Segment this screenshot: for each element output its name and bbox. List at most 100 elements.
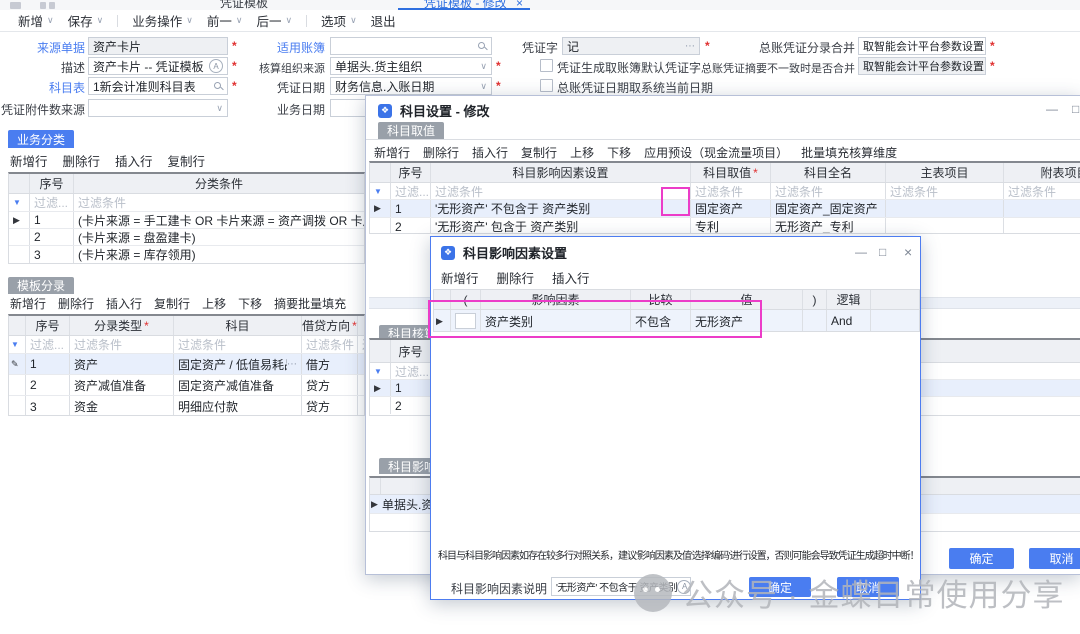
table-row[interactable]: ▶ 资产类别 不包含 无形资产 And (434, 310, 919, 332)
filter-icon[interactable]: ▼ (374, 187, 382, 196)
cancel-button[interactable]: 取消 (1029, 548, 1080, 569)
move-down-button[interactable]: 下移 (238, 295, 262, 312)
filter-icon[interactable]: ▼ (11, 340, 19, 349)
batch-fill-dimension-button[interactable]: 批量填充核算维度 (801, 144, 897, 161)
ok-button[interactable]: 确定 (949, 548, 1014, 569)
column-header[interactable]: 比较 (630, 290, 690, 309)
filter-input[interactable]: 过滤条件 (69, 336, 173, 353)
ellipsis-icon[interactable]: ⋯ (287, 359, 297, 370)
menu-previous[interactable]: 前一∨ (207, 11, 243, 30)
menu-new[interactable]: 新增∨ (18, 11, 54, 30)
default-word-checkbox[interactable] (540, 59, 553, 72)
column-header[interactable]: 分类条件 (73, 174, 364, 193)
voucher-word-field[interactable]: 记⋯ (562, 37, 700, 55)
minimize-icon[interactable]: — (855, 246, 867, 258)
delete-row-button[interactable]: 删除行 (63, 151, 101, 170)
account-table-label[interactable]: 科目表 (10, 79, 85, 96)
column-header[interactable]: 序号 (390, 340, 430, 362)
delete-row-button[interactable]: 删除行 (423, 144, 459, 161)
move-up-button[interactable]: 上移 (202, 295, 226, 312)
column-header[interactable]: 主表项目 (885, 163, 1003, 182)
delete-row-button[interactable]: 删除行 (58, 295, 94, 312)
filter-input[interactable]: 过滤条件 (690, 183, 770, 199)
table-row[interactable]: 2 资产减值准备 固定资产减值准备 贷方 (9, 375, 364, 396)
menu-options[interactable]: 选项∨ (321, 11, 357, 30)
column-header[interactable]: 科目影响因素设置 (430, 163, 690, 182)
home-icon[interactable] (10, 2, 21, 9)
table-row[interactable]: ▶ 1 '无形资产' 不包含于 资产类别 固定资产 固定资产_固定资产 (370, 200, 1080, 218)
apps-icon[interactable] (40, 2, 46, 9)
formula-icon[interactable]: A (209, 59, 223, 73)
minimize-icon[interactable]: — (1046, 103, 1058, 115)
column-header[interactable]: 分录类型* (69, 316, 173, 335)
add-row-button[interactable]: 新增行 (10, 295, 46, 312)
org-source-select[interactable]: 单据头.货主组织∨ (330, 57, 492, 75)
voucher-date-select[interactable]: 财务信息.入账日期∨ (330, 77, 492, 95)
tab-business-classification[interactable]: 业务分类 (8, 130, 74, 148)
apply-book-label[interactable]: 适用账簿 (245, 39, 325, 56)
factor-desc-field[interactable]: '无形资产' 不包含于 资产类别A (551, 577, 691, 596)
column-header[interactable]: 借贷方向* (301, 316, 357, 335)
summary-merge-select[interactable]: 取智能会计平台参数设置∨ (858, 57, 986, 75)
column-header[interactable]: 科目全名 (770, 163, 885, 182)
delete-row-button[interactable]: 删除行 (497, 268, 535, 287)
source-bill-field[interactable]: 资产卡片 (88, 37, 228, 55)
table-row[interactable]: 3 (卡片来源 = 库存领用) (9, 246, 364, 263)
apply-preset-button[interactable]: 应用预设（现金流量项目） (644, 144, 788, 161)
formula-icon[interactable]: A (677, 580, 691, 594)
move-down-button[interactable]: 下移 (607, 144, 631, 161)
filter-input[interactable]: 过滤条件 (301, 336, 357, 353)
column-header[interactable]: 影响因素 (480, 290, 630, 309)
add-row-button[interactable]: 新增行 (10, 151, 48, 170)
filter-input[interactable]: 过滤条件 (770, 183, 885, 199)
lparen-cell-input[interactable] (455, 313, 476, 329)
search-icon[interactable] (213, 81, 223, 92)
column-header[interactable]: 值 (690, 290, 802, 309)
copy-row-button[interactable]: 复制行 (154, 295, 190, 312)
maximize-icon[interactable]: □ (1072, 103, 1079, 115)
column-header[interactable]: 序号 (390, 163, 430, 182)
copy-row-button[interactable]: 复制行 (168, 151, 206, 170)
column-header[interactable]: ) (802, 290, 826, 309)
insert-row-button[interactable]: 插入行 (552, 268, 590, 287)
menu-next[interactable]: 后一∨ (256, 11, 292, 30)
filter-input[interactable]: 过滤条件 (173, 336, 301, 353)
column-header[interactable]: 序号 (25, 316, 69, 335)
menu-exit[interactable]: 退出 (371, 11, 396, 30)
search-icon[interactable] (477, 41, 487, 52)
entry-merge-select[interactable]: 取智能会计平台参数设置∨ (858, 37, 986, 55)
copy-row-button[interactable]: 复制行 (521, 144, 557, 161)
column-header[interactable]: 科目取值* (690, 163, 770, 182)
ellipsis-icon[interactable]: ⋯ (685, 41, 695, 52)
sys-date-checkbox[interactable] (540, 79, 553, 92)
tab-subject-value[interactable]: 科目取值 (378, 122, 444, 139)
filter-icon[interactable]: ▼ (13, 198, 21, 207)
table-row[interactable]: ✎ 1 资产 固定资产 / 低值易耗品⋯ 借方 (9, 354, 364, 375)
insert-row-button[interactable]: 插入行 (115, 151, 153, 170)
insert-row-button[interactable]: 插入行 (106, 295, 142, 312)
batch-fill-summary-button[interactable]: 摘要批量填充 (274, 295, 346, 312)
add-row-button[interactable]: 新增行 (441, 268, 479, 287)
source-bill-label[interactable]: 来源单据 (10, 39, 85, 56)
column-header[interactable]: 科目 (173, 316, 301, 335)
menu-business-ops[interactable]: 业务操作∨ (132, 11, 193, 30)
add-row-button[interactable]: 新增行 (374, 144, 410, 161)
column-header[interactable]: 序号 (29, 174, 73, 193)
column-header[interactable]: 附表项目 (1003, 163, 1080, 182)
column-header[interactable]: ( (450, 290, 480, 309)
table-row[interactable]: 3 资金 明细应付款 贷方 (9, 396, 364, 416)
tab-template-entries[interactable]: 模板分录 (8, 277, 74, 294)
filter-icon[interactable]: ▼ (374, 367, 382, 376)
cancel-button[interactable]: 取消 (837, 577, 899, 597)
table-row[interactable]: ▶ 1 (卡片来源 = 手工建卡 OR 卡片来源 = 资产调拨 OR 卡片来源 … (9, 212, 364, 229)
menu-save[interactable]: 保存∨ (68, 11, 104, 30)
table-row[interactable]: 2 '无形资产' 包含于 资产类别 专利 无形资产_专利 (370, 218, 1080, 234)
filter-input[interactable]: 过滤条件 (430, 183, 690, 199)
column-header[interactable]: 逻辑 (826, 290, 870, 309)
tab-voucher-template[interactable]: 凭证模板 (220, 0, 268, 10)
table-row[interactable]: 2 (卡片来源 = 盘盈建卡) (9, 229, 364, 246)
move-up-button[interactable]: 上移 (570, 144, 594, 161)
close-icon[interactable]: × (904, 245, 912, 259)
filter-input[interactable]: 过滤条件 (1003, 183, 1080, 199)
account-table-field[interactable]: 1新会计准则科目表 (88, 77, 228, 95)
